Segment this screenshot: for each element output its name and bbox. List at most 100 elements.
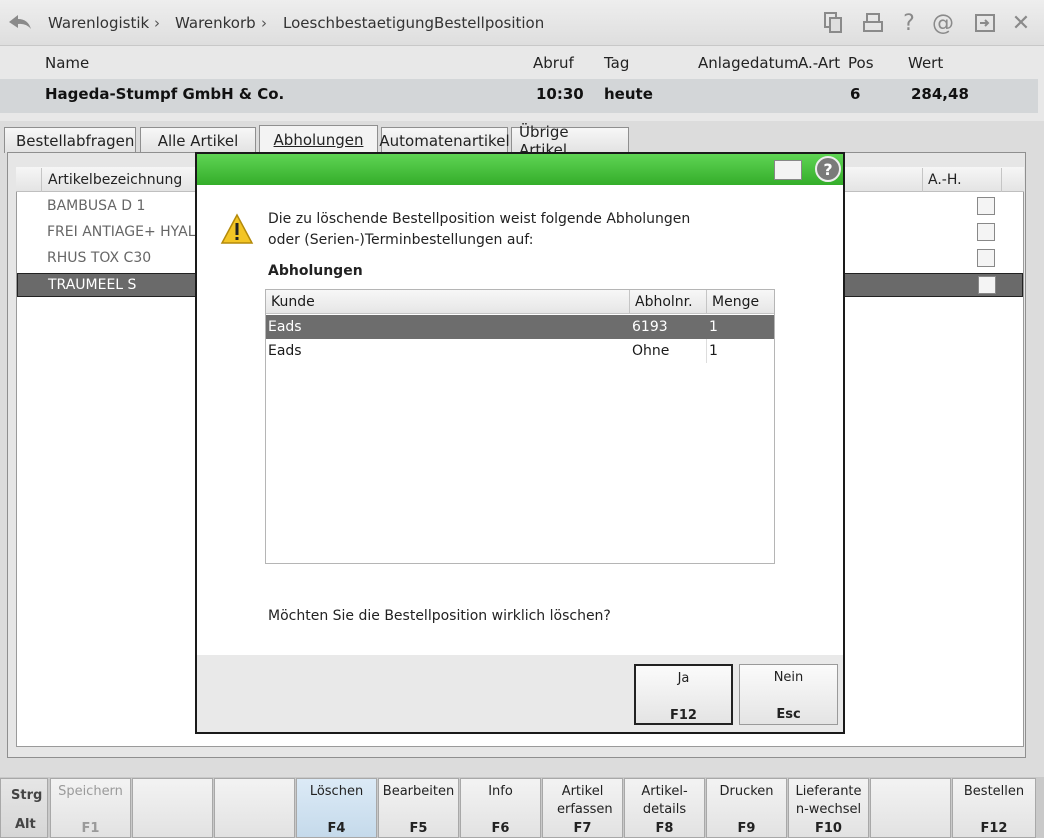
tab-uebrige-artikel[interactable]: Übrige Artikel <box>511 123 629 159</box>
tag-value: heute <box>604 85 653 103</box>
fkey-f11-empty[interactable] <box>870 778 951 838</box>
dialog-title-bar <box>197 154 843 185</box>
breadcrumb-warenkorb[interactable]: Warenkorb <box>175 14 256 32</box>
tab-abholungen[interactable]: Abholungen <box>259 125 378 153</box>
fkey-f9-drucken[interactable]: Drucken F9 <box>706 778 787 838</box>
no-button[interactable]: Nein Esc <box>739 664 838 725</box>
fkey-label: Speichern <box>58 784 123 799</box>
fkey-key: F8 <box>655 821 674 836</box>
dialog-question: Möchten Sie die Bestellposition wirklich… <box>268 608 611 624</box>
at-icon[interactable]: @ <box>930 10 956 36</box>
header-label-abruf: Abruf <box>533 54 574 72</box>
cell-abholnr: 6193 <box>632 319 668 335</box>
fkey-key: F6 <box>491 821 510 836</box>
warning-icon <box>220 213 254 244</box>
fkey-f5-bearbeiten[interactable]: Bearbeiten F5 <box>378 778 459 838</box>
dialog-message-line2: oder (Serien-)Terminbestellungen auf: <box>268 232 534 248</box>
col-kunde[interactable]: Kunde <box>266 290 630 314</box>
pos-value: 6 <box>850 85 861 103</box>
breadcrumb-warenlogistik[interactable]: Warenlogistik <box>48 14 149 32</box>
header-label-name: Name <box>45 54 90 72</box>
dialog-message-line1: Die zu löschende Bestellposition weist f… <box>268 211 691 227</box>
tab-label: Bestellabfragen <box>16 131 135 150</box>
button-label: Nein <box>773 670 804 685</box>
print-icon[interactable] <box>860 10 886 36</box>
fkey-key: F9 <box>737 821 756 836</box>
col-abholnr[interactable]: Abholnr. <box>630 290 707 314</box>
table-row[interactable]: Eads 6193 1 <box>266 315 774 339</box>
fkey-label: Bearbeiten <box>382 784 455 799</box>
col-ah[interactable]: A.-H. <box>928 172 962 188</box>
header-label-tag: Tag <box>604 54 630 72</box>
fkey-label: Artikel erfassen <box>557 784 613 817</box>
col-menge[interactable]: Menge <box>707 290 774 314</box>
fkey-f6-info[interactable]: Info F6 <box>460 778 541 838</box>
tab-automatenartikel[interactable]: Automatenartikel <box>379 127 510 153</box>
wert-value: 284,48 <box>911 85 969 103</box>
article-name: TRAUMEEL S <box>48 277 137 293</box>
copy-icon[interactable] <box>820 10 846 36</box>
tab-bestellabfragen[interactable]: Bestellabfragen <box>4 127 136 153</box>
section-title: Abholungen <box>268 263 363 279</box>
fkey-label: Löschen <box>309 784 364 799</box>
fkey-f2-empty[interactable] <box>132 778 213 838</box>
col-artikelbezeichnung[interactable]: Artikelbezeichnung <box>48 172 182 188</box>
button-label: Ja <box>677 671 690 686</box>
fkey-key: F4 <box>327 821 346 836</box>
fkey-f7-artikel-erfassen[interactable]: Artikel erfassen F7 <box>542 778 623 838</box>
modifier-keys: Strg Alt <box>0 778 48 838</box>
article-name: RHUS TOX C30 <box>47 250 152 266</box>
window-icon[interactable] <box>972 10 998 36</box>
alt-label[interactable]: Alt <box>15 817 36 832</box>
tab-label: Abholungen <box>273 130 364 149</box>
tab-alle-artikel[interactable]: Alle Artikel <box>140 127 256 153</box>
article-name: FREI ANTIAGE+ HYALU <box>47 224 206 240</box>
pickup-icon <box>977 223 995 241</box>
fkey-label: Drucken <box>719 784 774 799</box>
cell-kunde: Eads <box>268 319 302 335</box>
tab-label: Alle Artikel <box>157 131 239 150</box>
fkey-label: Lieferanten-wechsel <box>795 784 862 817</box>
fkey-label: Artikel-details <box>641 784 688 817</box>
breadcrumb-separator: › <box>154 14 160 32</box>
fkey-key: F5 <box>409 821 428 836</box>
article-name: BAMBUSA D 1 <box>47 198 146 214</box>
pickup-icon <box>977 249 995 267</box>
tab-label: Automatenartikel <box>379 131 510 150</box>
yes-button[interactable]: Ja F12 <box>634 664 733 725</box>
fkey-key: F10 <box>815 821 842 836</box>
button-key: F12 <box>670 708 697 723</box>
header-label-pos: Pos <box>848 54 874 72</box>
fkey-label: Info <box>488 784 513 799</box>
supplier-name: Hageda-Stumpf GmbH & Co. <box>45 85 285 103</box>
fkey-f12-bestellen[interactable]: Bestellen F12 <box>952 778 1036 838</box>
close-icon[interactable]: ✕ <box>1008 10 1034 36</box>
button-key: Esc <box>776 707 801 722</box>
table-row[interactable]: Eads Ohne 1 <box>266 339 774 363</box>
cell-abholnr: Ohne <box>632 343 670 359</box>
fkey-key: F12 <box>980 821 1008 836</box>
fkey-key: F1 <box>81 821 100 836</box>
abruf-value: 10:30 <box>536 85 584 103</box>
pickup-icon <box>978 276 996 294</box>
dialog-window-icon[interactable] <box>774 160 802 180</box>
cell-menge: 1 <box>709 343 718 359</box>
fkey-f10-lieferantenwechsel[interactable]: Lieferanten-wechsel F10 <box>788 778 869 838</box>
fkey-label: Bestellen <box>963 784 1025 799</box>
header-label-anlagedatum: Anlagedatum <box>698 54 799 72</box>
help-icon[interactable]: ? <box>896 10 922 36</box>
cell-kunde: Eads <box>268 343 302 359</box>
breadcrumb-current: LoeschbestaetigungBestellposition <box>283 14 545 32</box>
header-label-aart: A.-Art <box>798 54 841 72</box>
strg-label[interactable]: Strg <box>11 788 42 803</box>
fkey-f8-artikeldetails[interactable]: Artikel-details F8 <box>624 778 705 838</box>
fkey-f3-empty[interactable] <box>214 778 295 838</box>
fkey-f1-speichern[interactable]: Speichern F1 <box>50 778 131 838</box>
breadcrumb-separator: › <box>261 14 267 32</box>
fkey-f4-loeschen[interactable]: Löschen F4 <box>296 778 377 838</box>
cell-menge: 1 <box>709 319 718 335</box>
document-icon <box>977 197 995 215</box>
header-label-wert: Wert <box>908 54 944 72</box>
back-arrow-icon[interactable] <box>6 10 34 34</box>
dialog-help-icon[interactable]: ? <box>815 156 841 182</box>
